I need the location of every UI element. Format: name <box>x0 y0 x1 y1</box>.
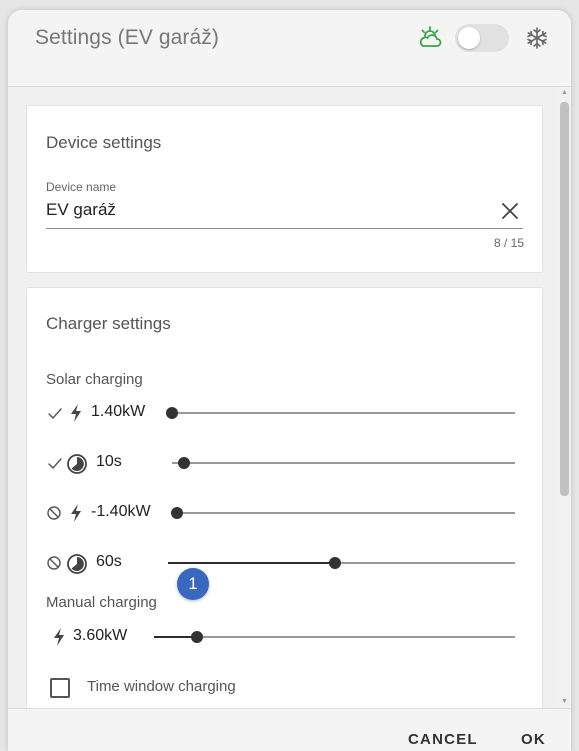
slider-value-badge: 1 <box>177 568 209 600</box>
slider-thumb[interactable] <box>328 557 341 569</box>
slider-thumb[interactable] <box>191 631 204 643</box>
dialog-header: Settings (EV garáž) <box>8 10 571 87</box>
manual-power-row: 3.60kW <box>27 622 542 652</box>
check-icon <box>46 453 66 473</box>
solar-delay-off-slider[interactable] <box>168 557 515 569</box>
solar-power-off-slider[interactable] <box>171 507 515 519</box>
bolt-icon <box>51 627 71 647</box>
slider-fill <box>168 562 335 564</box>
manual-power-value: 3.60kW <box>73 627 128 644</box>
solar-power-on-row: 1.40kW <box>27 398 542 428</box>
ok-button[interactable]: OK <box>521 731 546 748</box>
sun-cloud-icon[interactable] <box>416 24 444 52</box>
solar-power-off-row: -1.40kW <box>27 498 542 528</box>
slider-thumb[interactable] <box>166 407 178 419</box>
bolt-icon <box>68 503 88 523</box>
clear-icon[interactable] <box>497 198 523 224</box>
device-settings-card: Device settings Device name EV garáž 8 /… <box>26 105 543 273</box>
solar-delay-on-row: 10s <box>27 448 542 478</box>
device-name-underline <box>46 228 523 229</box>
toggle-knob <box>458 27 480 49</box>
scroll-down-icon[interactable]: ▼ <box>558 696 571 708</box>
solar-power-off-value: -1.40kW <box>91 503 151 520</box>
char-counter: 8 / 15 <box>493 236 524 250</box>
timer-icon <box>66 553 87 574</box>
time-window-checkbox[interactable] <box>50 678 70 698</box>
device-name-input[interactable]: EV garáž <box>46 200 116 220</box>
charger-settings-card: Charger settings Solar charging 1.40kW 1… <box>26 287 543 708</box>
solar-power-on-value: 1.40kW <box>91 403 146 420</box>
block-icon <box>46 503 66 523</box>
time-window-label: Time window charging <box>87 678 236 695</box>
solar-power-on-slider[interactable] <box>166 407 515 419</box>
manual-charging-label: Manual charging <box>46 594 157 611</box>
mode-toggle[interactable] <box>455 24 509 52</box>
solar-delay-on-slider[interactable] <box>172 457 515 469</box>
snowflake-icon[interactable] <box>523 24 551 52</box>
dialog-footer: CANCEL OK <box>8 708 571 751</box>
slider-thumb[interactable] <box>178 457 190 469</box>
content-scrollbar[interactable]: ▲ ▼ <box>558 87 571 708</box>
device-settings-title: Device settings <box>46 133 162 152</box>
scrollbar-thumb[interactable] <box>560 102 569 496</box>
check-icon <box>46 403 66 423</box>
cancel-button[interactable]: CANCEL <box>408 731 478 748</box>
device-name-label: Device name <box>46 180 117 194</box>
scroll-up-icon[interactable]: ▲ <box>558 87 571 99</box>
slider-thumb[interactable] <box>171 507 183 519</box>
dialog-title: Settings (EV garáž) <box>35 26 219 49</box>
block-icon <box>46 553 66 573</box>
charger-settings-title: Charger settings <box>46 314 171 333</box>
solar-delay-off-value: 60s <box>96 553 122 570</box>
dialog-content: Device settings Device name EV garáž 8 /… <box>8 87 571 708</box>
bolt-icon <box>68 403 88 423</box>
manual-power-slider[interactable] <box>154 631 515 643</box>
solar-delay-off-row: 60s <box>27 548 542 578</box>
settings-dialog: Settings (EV garáž) Device settings Devi… <box>8 10 571 751</box>
solar-charging-label: Solar charging <box>46 371 143 388</box>
solar-delay-on-value: 10s <box>96 453 122 470</box>
timer-icon <box>66 453 87 474</box>
